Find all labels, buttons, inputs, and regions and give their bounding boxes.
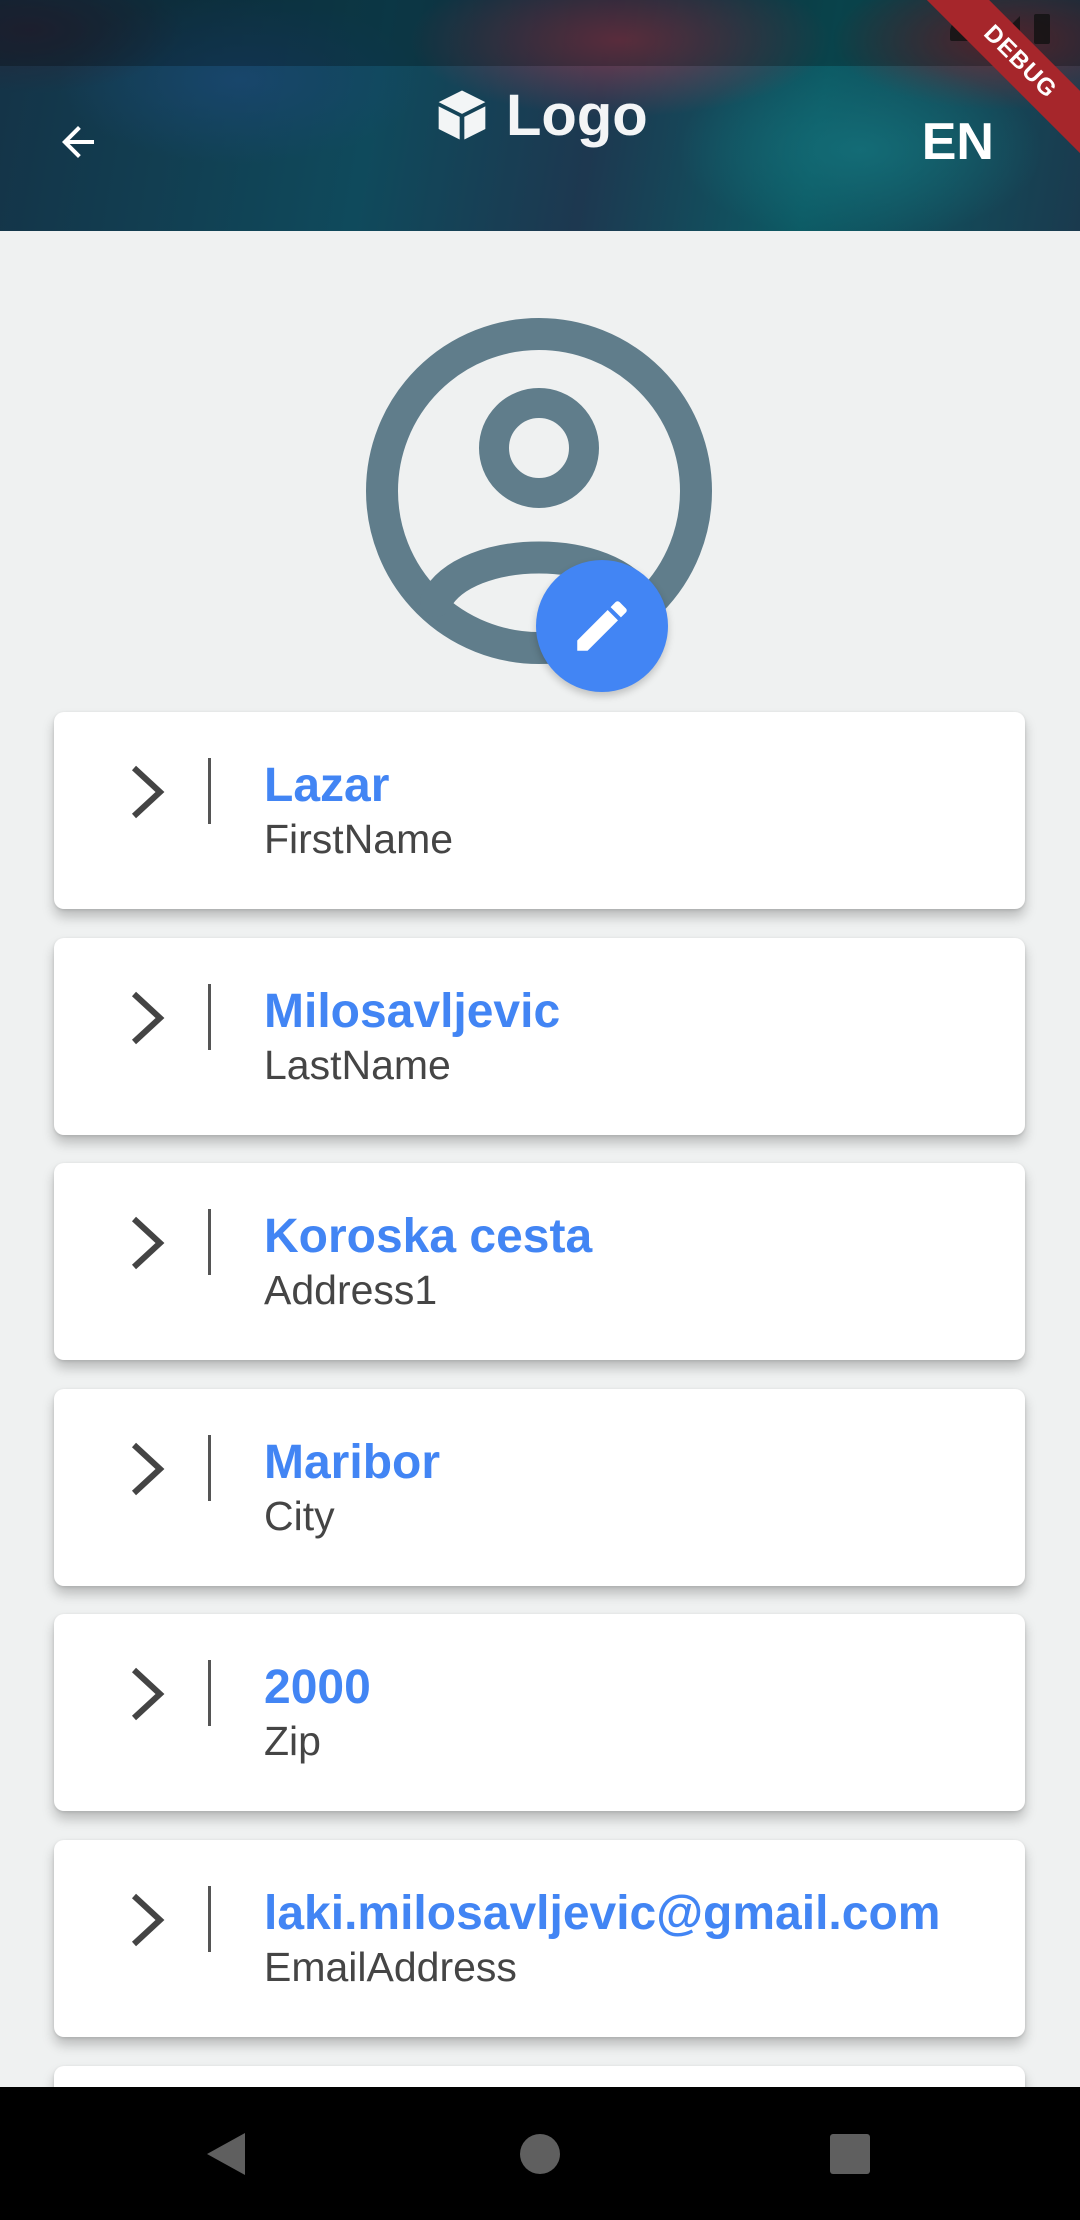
nav-home-button[interactable] — [480, 2087, 600, 2220]
nav-recents-button[interactable] — [790, 2087, 910, 2220]
field-value: Lazar — [264, 759, 390, 812]
field-card-address1[interactable]: Koroska cesta Address1 — [54, 1163, 1025, 1360]
divider — [208, 1886, 211, 1952]
divider — [208, 1209, 211, 1275]
app-header: Logo EN DEBUG — [0, 0, 1080, 231]
field-label: Zip — [264, 1718, 321, 1764]
field-label: FirstName — [264, 816, 454, 862]
chevron-right-icon — [131, 1216, 165, 1270]
nav-recents-icon — [830, 2133, 870, 2174]
field-label: City — [264, 1493, 335, 1539]
logo: Logo — [434, 80, 648, 150]
divider — [208, 1435, 211, 1501]
logo-text: Logo — [506, 82, 648, 148]
field-label: EmailAddress — [264, 1944, 517, 1990]
nav-back-button[interactable] — [166, 2087, 286, 2220]
language-selector[interactable]: EN — [922, 112, 994, 172]
field-value: laki.milosavljevic@gmail.com — [264, 1887, 941, 1940]
nav-back-icon — [207, 2132, 245, 2175]
pencil-icon — [577, 601, 627, 651]
system-nav-bar — [0, 2087, 1080, 2220]
field-card-city[interactable]: Maribor City — [54, 1389, 1025, 1586]
chevron-right-icon — [131, 1893, 165, 1947]
divider — [208, 984, 211, 1050]
status-bar — [0, 0, 1080, 66]
field-value: Maribor — [264, 1436, 441, 1489]
back-button[interactable] — [48, 112, 108, 172]
divider — [208, 1660, 211, 1726]
chevron-right-icon — [131, 1667, 165, 1721]
nav-home-icon — [520, 2133, 560, 2174]
field-value: Koroska cesta — [264, 1210, 593, 1263]
field-value: 2000 — [264, 1661, 371, 1714]
arrow-back-icon — [62, 126, 94, 158]
field-label: Address1 — [264, 1267, 438, 1313]
divider — [208, 758, 211, 824]
edit-avatar-button[interactable] — [536, 560, 668, 692]
chevron-right-icon — [131, 1442, 165, 1496]
field-card-lastname[interactable]: Milosavljevic LastName — [54, 938, 1025, 1135]
field-card-zip[interactable]: 2000 Zip — [54, 1614, 1025, 1811]
cube-logo-icon — [438, 90, 486, 140]
chevron-right-icon — [131, 991, 165, 1045]
chevron-right-icon — [131, 765, 165, 819]
field-value: Milosavljevic — [264, 985, 561, 1038]
field-card-emailaddress[interactable]: laki.milosavljevic@gmail.com EmailAddres… — [54, 1840, 1025, 2037]
field-card-firstname[interactable]: Lazar FirstName — [54, 712, 1025, 909]
field-label: LastName — [264, 1042, 451, 1088]
battery-icon — [1034, 14, 1050, 44]
